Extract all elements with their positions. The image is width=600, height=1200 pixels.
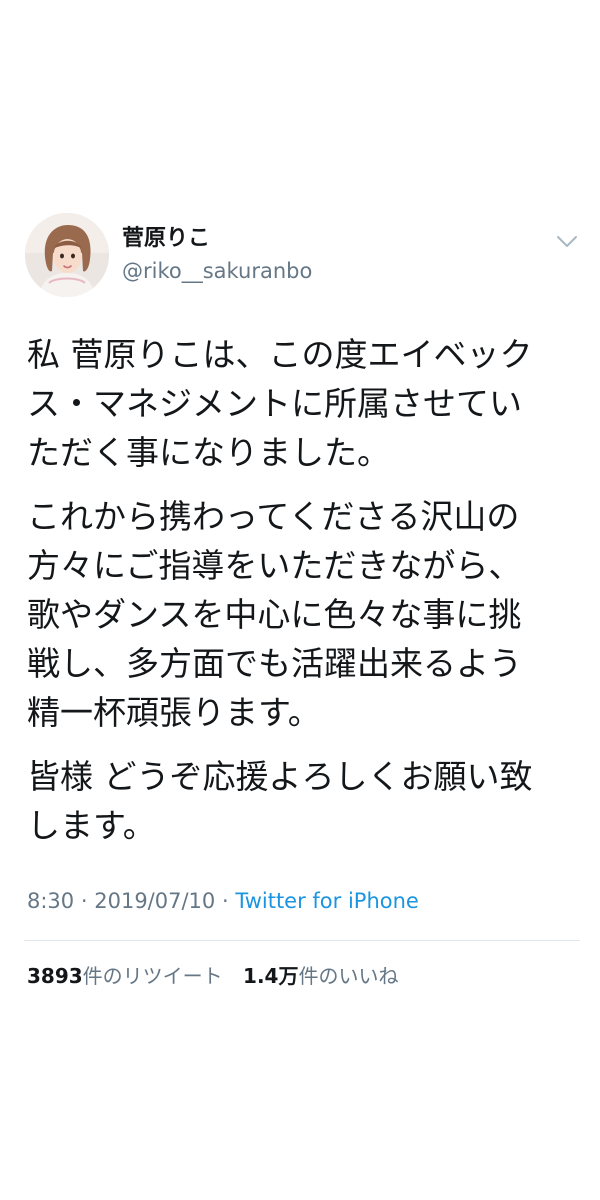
tweet-source-link[interactable]: Twitter for iPhone xyxy=(235,889,419,913)
display-name[interactable]: 菅原りこ xyxy=(122,225,210,253)
tweet-time: 8:30 xyxy=(27,889,75,913)
tweet-paragraph: これから携わってくださる沢山の 方々にご指導をいただきながら、 歌やダンスを中心… xyxy=(27,497,522,732)
retweets-stat[interactable]: 3893件のリツイート xyxy=(27,961,223,991)
chevron-down-icon[interactable] xyxy=(553,231,581,251)
divider xyxy=(24,940,580,941)
tweet-paragraph: 皆様 どうぞ応援よろしくお願い致 します。 xyxy=(27,757,533,845)
likes-stat[interactable]: 1.4万件のいいね xyxy=(243,961,398,991)
likes-label: 件のいいね xyxy=(298,964,399,988)
meta-separator: · xyxy=(221,889,229,913)
retweets-count: 3893 xyxy=(27,964,83,988)
tweet-detail: 菅原りこ @riko__sakuranbo 私 菅原りこは、この度エイベック ス… xyxy=(0,0,600,1200)
likes-count: 1.4万 xyxy=(243,964,299,988)
tweet-metadata: 8:30 · 2019/07/10 · Twitter for iPhone xyxy=(27,886,419,916)
tweet-text: 私 菅原りこは、この度エイベック ス・マネジメントに所属させてい ただく事になり… xyxy=(27,330,575,865)
user-handle[interactable]: @riko__sakuranbo xyxy=(122,257,312,285)
avatar[interactable] xyxy=(25,213,109,297)
avatar-image xyxy=(25,213,109,297)
tweet-paragraph: 私 菅原りこは、この度エイベック ス・マネジメントに所属させてい ただく事になり… xyxy=(27,335,533,472)
retweets-label: 件のリツイート xyxy=(82,964,223,988)
tweet-date: 2019/07/10 xyxy=(94,889,216,913)
meta-separator: · xyxy=(80,889,88,913)
tweet-stats: 3893件のリツイート 1.4万件のいいね xyxy=(27,961,398,991)
